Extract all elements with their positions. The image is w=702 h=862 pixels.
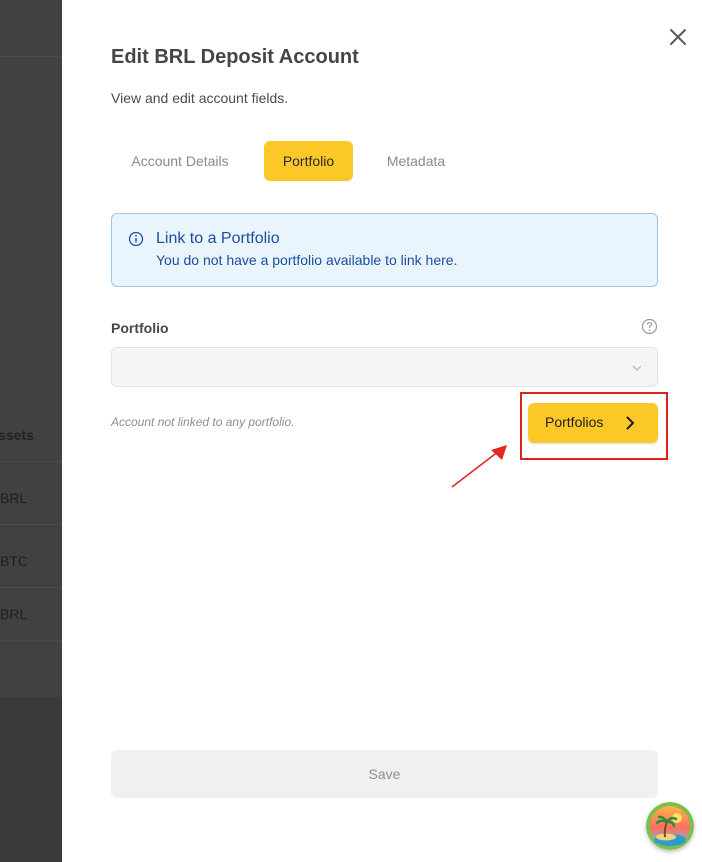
info-alert: Link to a Portfolio You do not have a po… xyxy=(111,213,658,287)
portfolio-hint: Account not linked to any portfolio. xyxy=(111,415,295,429)
background-row-text: BRL xyxy=(0,490,28,506)
island-icon xyxy=(646,802,694,850)
tab-metadata[interactable]: Metadata xyxy=(371,141,461,181)
tab-account-details[interactable]: Account Details xyxy=(111,141,249,181)
background-topbar xyxy=(0,0,62,57)
alert-body: You do not have a portfolio available to… xyxy=(156,252,458,268)
portfolios-button[interactable]: Portfolios xyxy=(528,403,658,443)
table-row: BRL xyxy=(0,472,62,525)
table-row: BTC xyxy=(0,535,62,588)
portfolio-field-label: Portfolio xyxy=(111,320,169,336)
assistant-avatar[interactable] xyxy=(646,802,694,850)
tab-portfolio[interactable]: Portfolio xyxy=(264,141,353,181)
close-button[interactable] xyxy=(666,25,690,49)
portfolio-select[interactable] xyxy=(111,347,658,387)
background-page: ssets BRL BTC BRL xyxy=(0,0,62,862)
alert-title: Link to a Portfolio xyxy=(156,230,280,247)
portfolios-button-label: Portfolios xyxy=(545,414,604,430)
info-icon xyxy=(128,231,144,247)
help-icon[interactable] xyxy=(641,318,658,335)
dialog-title: Edit BRL Deposit Account xyxy=(111,46,359,68)
table-row: BRL xyxy=(0,588,62,641)
chevron-right-icon xyxy=(626,416,634,430)
chevron-down-icon xyxy=(632,365,642,371)
background-row-text: BTC xyxy=(0,553,28,569)
dialog-subtitle: View and edit account fields. xyxy=(111,90,289,106)
background-row-text: BRL xyxy=(0,606,28,622)
background-header-text: ssets xyxy=(0,427,34,443)
close-icon xyxy=(670,29,686,45)
edit-account-sheet: Edit BRL Deposit Account View and edit a… xyxy=(62,0,702,862)
annotation-arrow xyxy=(451,445,507,488)
save-button[interactable]: Save xyxy=(111,750,658,798)
background-table-header: ssets xyxy=(0,410,62,462)
